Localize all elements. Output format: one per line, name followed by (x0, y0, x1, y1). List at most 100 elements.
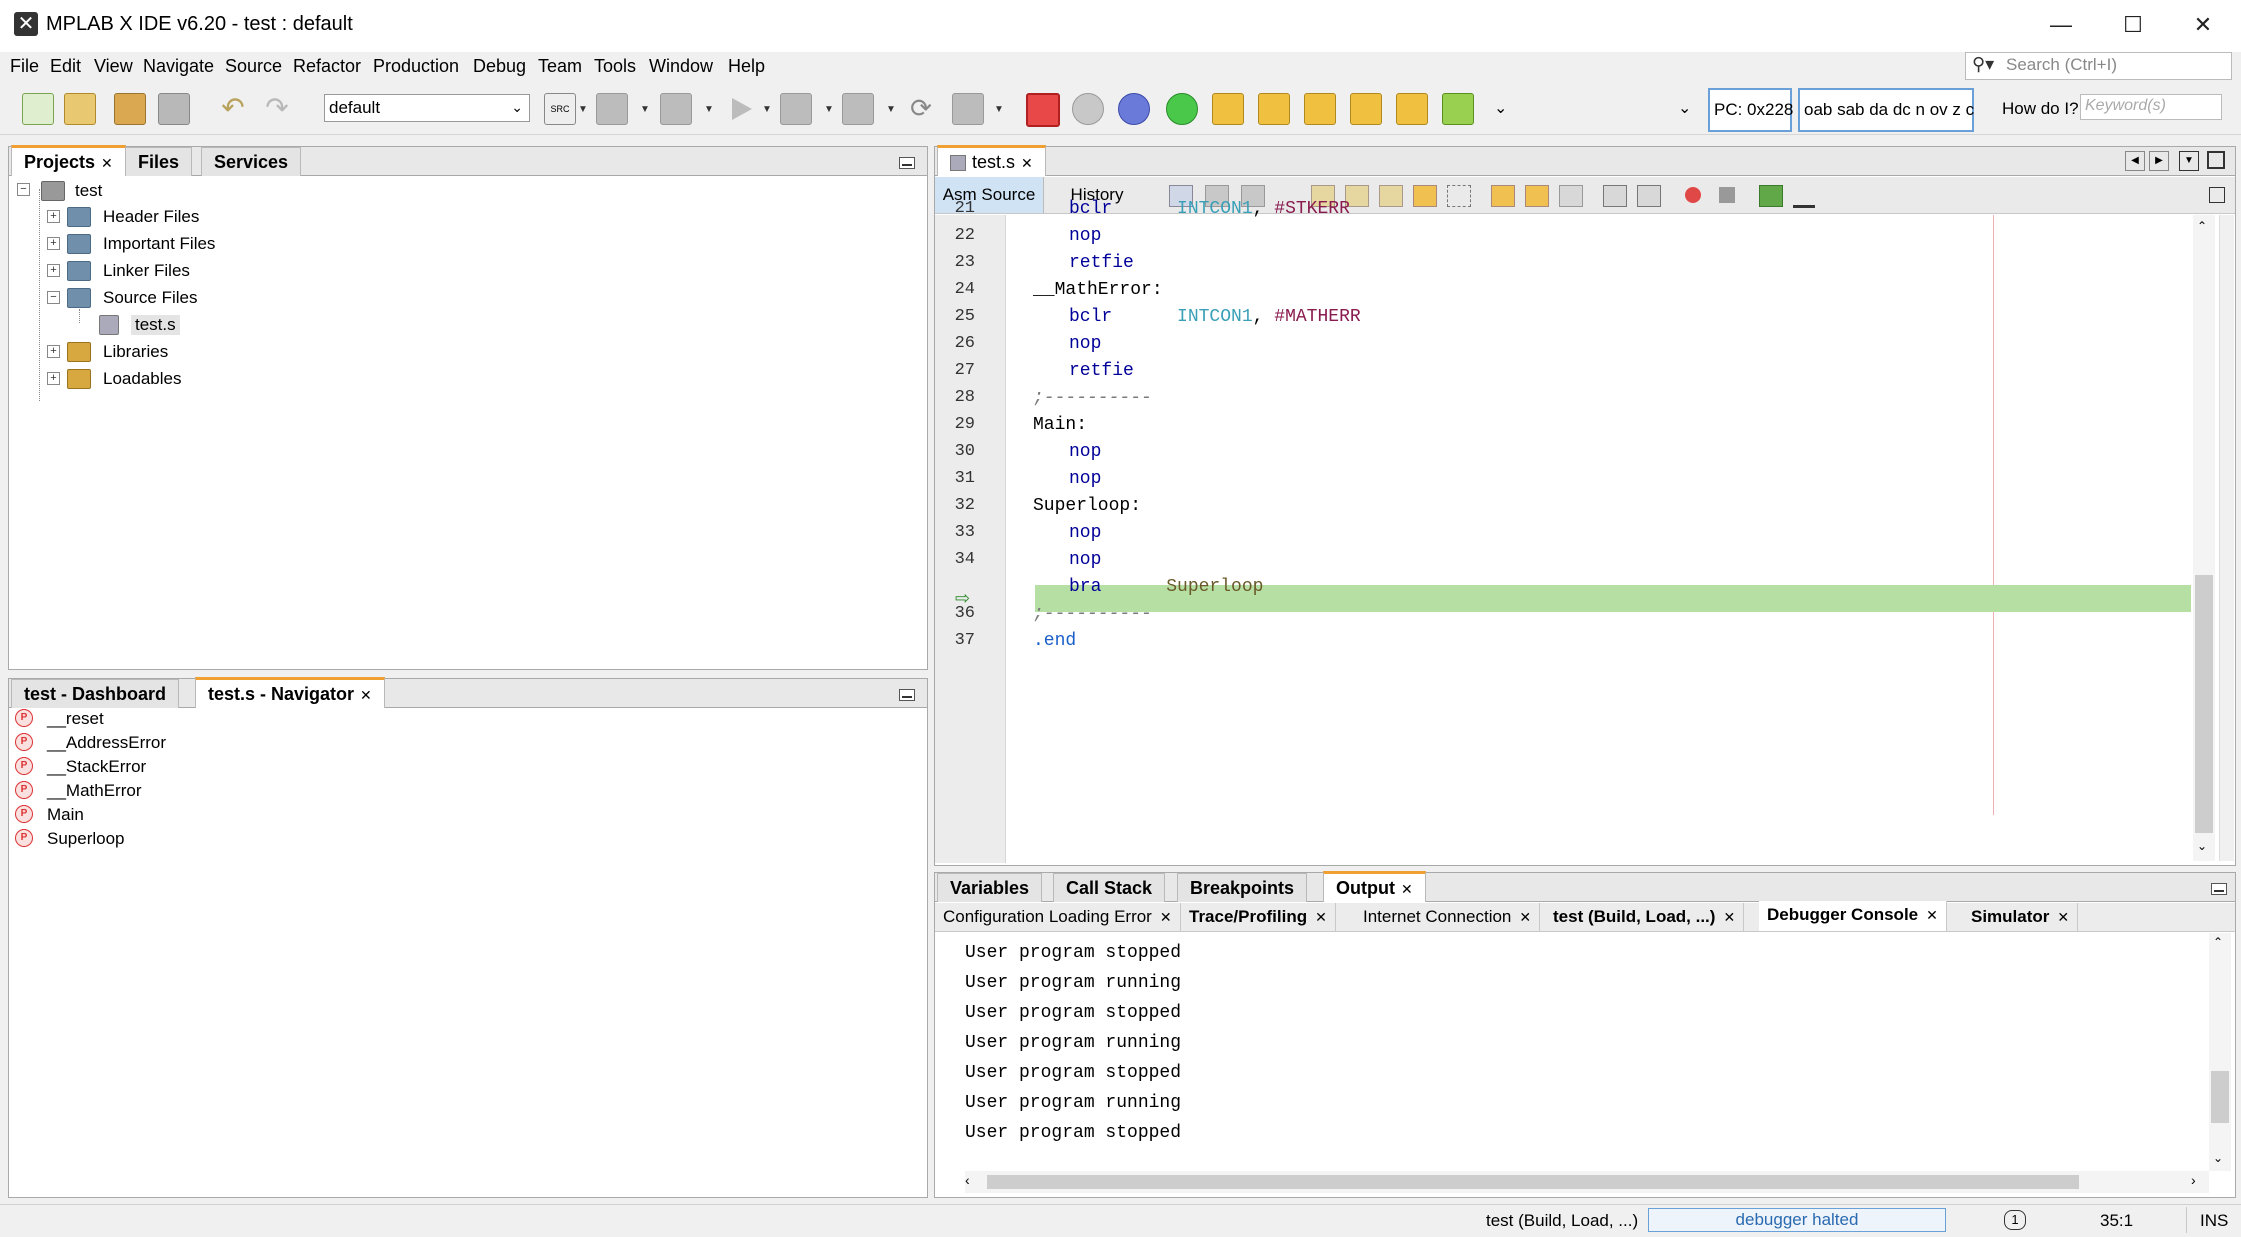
close-tab-icon[interactable]: ✕ (1160, 909, 1172, 925)
tree-item-source-files[interactable]: Source Files (103, 288, 197, 308)
pause-icon[interactable] (1072, 93, 1104, 125)
scroll-tabs-left-icon[interactable]: ◀ (2125, 151, 2145, 171)
split-window-icon[interactable] (2209, 187, 2225, 203)
reset-device-icon[interactable]: ⟳ (906, 93, 936, 123)
caret-down-icon[interactable]: ▼ (886, 104, 896, 115)
close-project-icon[interactable] (158, 93, 190, 125)
tab-projects[interactable]: Projects ✕ (11, 145, 126, 176)
tab-navigator[interactable]: test.s - Navigator ✕ (195, 677, 385, 708)
subtab-debugger-console[interactable]: Debugger Console ✕ (1759, 901, 1947, 931)
scroll-up-icon[interactable]: ⌃ (2197, 219, 2207, 233)
navigator-item[interactable]: Main (47, 805, 84, 825)
tree-item-important-files[interactable]: Important Files (103, 234, 215, 254)
menu-file[interactable]: File (10, 56, 39, 77)
debug-main-project-icon[interactable] (952, 93, 984, 125)
close-window-button[interactable]: ✕ (2168, 0, 2238, 50)
caret-down-icon[interactable]: ▼ (704, 104, 714, 115)
keyword-input[interactable]: Keyword(s) (2080, 94, 2222, 120)
menu-window[interactable]: Window (649, 56, 713, 77)
minimize-panel-icon[interactable] (899, 157, 915, 169)
expand-icon[interactable]: + (47, 210, 60, 223)
tree-item-test-s[interactable]: test.s (131, 315, 180, 335)
subtab-trace-profiling[interactable]: Trace/Profiling ✕ (1181, 903, 1336, 931)
editor-scrollbar[interactable]: ⌃ ⌄ (2193, 215, 2215, 861)
menu-edit[interactable]: Edit (50, 56, 81, 77)
menu-tools[interactable]: Tools (594, 56, 636, 77)
expand-icon[interactable]: + (47, 264, 60, 277)
project-root[interactable]: test (75, 181, 102, 201)
step-out-icon[interactable] (1304, 93, 1336, 125)
menu-production[interactable]: Production (373, 56, 459, 77)
undo-icon[interactable]: ↶ (218, 93, 248, 123)
close-tab-icon[interactable]: ✕ (1519, 909, 1531, 925)
caret-down-icon[interactable]: ▼ (994, 104, 1004, 115)
close-tab-icon[interactable]: ✕ (101, 155, 113, 171)
finish-debug-icon[interactable] (1026, 93, 1060, 127)
continue-icon[interactable] (1166, 93, 1198, 125)
notifications-icon[interactable]: 1 (2004, 1210, 2026, 1230)
subtab-build-load[interactable]: test (Build, Load, ...) ✕ (1545, 903, 1745, 931)
close-tab-icon[interactable]: ✕ (1723, 909, 1735, 925)
tab-files[interactable]: Files (125, 147, 193, 176)
code-area[interactable]: 21 bclr INTCON1, #STKERR 22 nop 23 retfi… (935, 199, 2195, 835)
new-project-icon[interactable] (64, 93, 96, 125)
menu-team[interactable]: Team (538, 56, 582, 77)
tab-call-stack[interactable]: Call Stack (1053, 873, 1166, 902)
tree-item-libraries[interactable]: Libraries (103, 342, 168, 362)
configuration-select[interactable]: default ⌄ (324, 94, 530, 122)
caret-down-icon[interactable]: ▼ (640, 104, 650, 115)
subtab-internet-connection[interactable]: Internet Connection ✕ (1355, 903, 1541, 931)
menu-view[interactable]: View (94, 56, 133, 77)
navigator-item[interactable]: __reset (47, 709, 104, 729)
scrollbar-thumb[interactable] (2195, 575, 2213, 833)
expand-icon[interactable]: + (47, 372, 60, 385)
scrollbar-thumb[interactable] (987, 1175, 2079, 1189)
navigator-item[interactable]: __MathError (47, 781, 141, 801)
expand-icon[interactable]: + (47, 237, 60, 250)
minimize-button[interactable]: — (2026, 0, 2096, 50)
navigator-item[interactable]: __StackError (47, 757, 146, 777)
close-tab-icon[interactable]: ✕ (360, 687, 372, 703)
subtab-simulator[interactable]: Simulator ✕ (1963, 903, 2079, 931)
console-vertical-scrollbar[interactable]: ⌃ ⌄ (2209, 933, 2231, 1171)
scroll-tabs-right-icon[interactable]: ▶ (2149, 151, 2169, 171)
caret-down-icon[interactable]: ▼ (824, 104, 834, 115)
scrollbar-thumb[interactable] (2211, 1071, 2229, 1123)
console-horizontal-scrollbar[interactable]: ‹ › (965, 1171, 2209, 1193)
show-opened-documents-icon[interactable]: ▼ (2179, 151, 2199, 171)
step-over-icon[interactable] (1212, 93, 1244, 125)
close-tab-icon[interactable]: ✕ (2057, 909, 2069, 925)
make-program-icon[interactable] (780, 93, 812, 125)
close-tab-icon[interactable]: ✕ (1926, 907, 1938, 923)
caret-down-icon[interactable]: ▼ (578, 104, 588, 115)
step-into-icon[interactable] (1258, 93, 1290, 125)
maximize-window-icon[interactable] (2207, 151, 2225, 169)
expand-icon[interactable]: + (47, 345, 60, 358)
tab-breakpoints[interactable]: Breakpoints (1177, 873, 1308, 902)
scroll-up-icon[interactable]: ⌃ (2213, 935, 2223, 949)
collapse-icon[interactable]: − (17, 183, 30, 196)
menu-refactor[interactable]: Refactor (293, 56, 361, 77)
scroll-right-icon[interactable]: › (2191, 1172, 2196, 1188)
menu-help[interactable]: Help (728, 56, 765, 77)
scroll-down-icon[interactable]: ⌄ (2213, 1151, 2223, 1165)
minimize-panel-icon[interactable] (899, 689, 915, 701)
set-pc-at-cursor-icon[interactable] (1396, 93, 1428, 125)
focus-cursor-at-pc-icon[interactable] (1442, 93, 1474, 125)
clean-build-icon[interactable] (660, 93, 692, 125)
collapse-icon[interactable]: − (47, 291, 60, 304)
close-tab-icon[interactable]: ✕ (1315, 909, 1327, 925)
navigator-item[interactable]: __AddressError (47, 733, 166, 753)
source-settings-icon[interactable]: SRC (544, 93, 576, 125)
redo-icon[interactable]: ↷ (262, 93, 292, 123)
tab-variables[interactable]: Variables (937, 873, 1043, 902)
read-device-icon[interactable] (842, 93, 874, 125)
build-icon[interactable] (596, 93, 628, 125)
search-input[interactable]: ⚲▾ Search (Ctrl+I) (1965, 52, 2232, 80)
running-task-label[interactable]: test (Build, Load, ...) (1486, 1211, 1638, 1231)
navigator-item[interactable]: Superloop (47, 829, 125, 849)
run-icon[interactable] (732, 98, 752, 120)
tree-item-header-files[interactable]: Header Files (103, 207, 199, 227)
new-file-icon[interactable] (22, 93, 54, 125)
scroll-down-icon[interactable]: ⌄ (2197, 839, 2207, 853)
